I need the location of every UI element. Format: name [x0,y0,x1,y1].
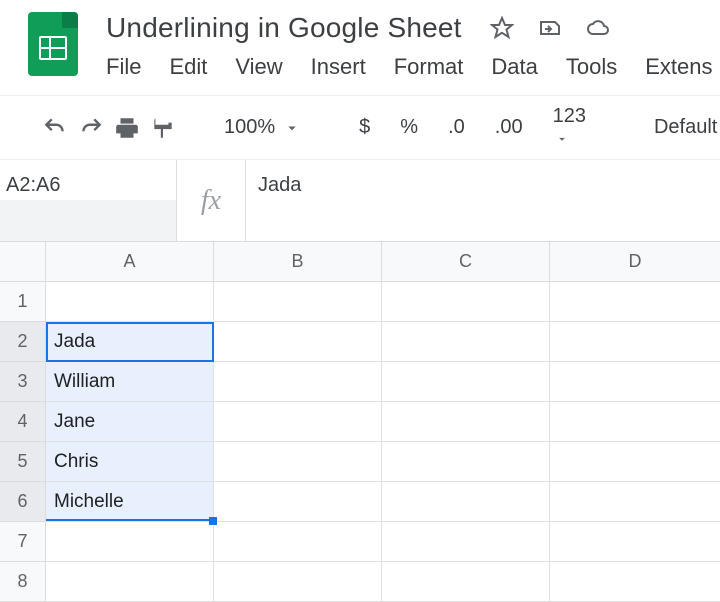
zoom-value: 100% [224,116,275,139]
cell-B3[interactable] [214,362,382,402]
cell-C1[interactable] [382,282,550,322]
menu-edit[interactable]: Edit [169,54,207,80]
sheets-logo [28,12,78,76]
print-button[interactable] [114,111,140,145]
menu-view[interactable]: View [235,54,282,80]
cell-A2[interactable]: Jada [46,322,214,362]
name-box[interactable]: A2:A6 [0,160,176,241]
cell-D3[interactable] [550,362,720,402]
row-header-6[interactable]: 6 [0,482,46,522]
select-all-corner[interactable] [0,242,46,282]
row-header-8[interactable]: 8 [0,562,46,602]
app-header: Underlining in Google Sheet File Edit Vi… [0,0,720,96]
menu-insert[interactable]: Insert [311,54,366,80]
formula-bar[interactable]: Jada [246,160,720,241]
row-header-1[interactable]: 1 [0,282,46,322]
cell-B8[interactable] [214,562,382,602]
selection-handle[interactable] [209,517,217,525]
cell-B2[interactable] [214,322,382,362]
name-box-value: A2:A6 [6,174,60,197]
menu-data[interactable]: Data [491,54,537,80]
row-header-4[interactable]: 4 [0,402,46,442]
cell-C3[interactable] [382,362,550,402]
cell-D5[interactable] [550,442,720,482]
document-title[interactable]: Underlining in Google Sheet [106,12,462,44]
cell-C6[interactable] [382,482,550,522]
zoom-dropdown[interactable]: 100% [224,116,301,139]
cell-C4[interactable] [382,402,550,442]
column-header-A[interactable]: A [46,242,214,282]
cell-B6[interactable] [214,482,382,522]
cell-B4[interactable] [214,402,382,442]
cell-A6[interactable]: Michelle [46,482,214,522]
column-header-C[interactable]: C [382,242,550,282]
cell-B1[interactable] [214,282,382,322]
cell-A1[interactable] [46,282,214,322]
cell-A4[interactable]: Jane [46,402,214,442]
cell-D1[interactable] [550,282,720,322]
menu-bar: File Edit View Insert Format Data Tools … [106,54,720,80]
cell-C2[interactable] [382,322,550,362]
row-header-5[interactable]: 5 [0,442,46,482]
cell-D8[interactable] [550,562,720,602]
cell-A7[interactable] [46,522,214,562]
menu-extensions[interactable]: Extens [645,54,712,80]
undo-button[interactable] [42,111,68,145]
increase-decimal-button[interactable]: .00 [485,116,533,139]
row-header-2[interactable]: 2 [0,322,46,362]
menu-format[interactable]: Format [394,54,464,80]
star-icon[interactable] [490,16,514,40]
fx-icon: fx [176,160,246,241]
cell-C8[interactable] [382,562,550,602]
chevron-down-icon [555,132,569,146]
row-header-3[interactable]: 3 [0,362,46,402]
cell-C7[interactable] [382,522,550,562]
paint-format-button[interactable] [150,111,176,145]
name-and-formula-bar: A2:A6 fx Jada [0,160,720,242]
spreadsheet-grid[interactable]: A B C D 1 2 Jada 3 William 4 [0,242,720,602]
toolbar: 100% $ % .0 .00 123 Default [0,96,720,160]
cell-C5[interactable] [382,442,550,482]
cell-B5[interactable] [214,442,382,482]
font-dropdown[interactable]: Default [644,116,720,139]
row-header-7[interactable]: 7 [0,522,46,562]
menu-tools[interactable]: Tools [566,54,617,80]
redo-button[interactable] [78,111,104,145]
column-header-D[interactable]: D [550,242,720,282]
cell-D2[interactable] [550,322,720,362]
currency-format-button[interactable]: $ [349,116,380,139]
cell-A8[interactable] [46,562,214,602]
column-header-B[interactable]: B [214,242,382,282]
cell-D7[interactable] [550,522,720,562]
more-formats-button[interactable]: 123 [543,105,596,151]
cell-D6[interactable] [550,482,720,522]
chevron-down-icon [283,119,301,137]
cell-A3[interactable]: William [46,362,214,402]
decrease-decimal-button[interactable]: .0 [438,116,475,139]
cell-B7[interactable] [214,522,382,562]
percent-format-button[interactable]: % [390,116,428,139]
menu-file[interactable]: File [106,54,141,80]
move-icon[interactable] [538,16,562,40]
cell-A5[interactable]: Chris [46,442,214,482]
cloud-status-icon[interactable] [586,16,610,40]
cell-D4[interactable] [550,402,720,442]
